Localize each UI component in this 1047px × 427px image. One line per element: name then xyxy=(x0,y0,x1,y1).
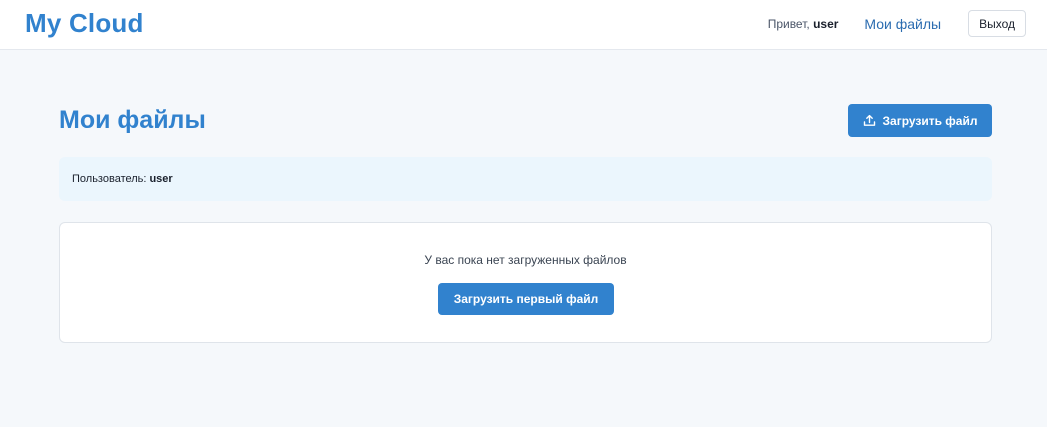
upload-first-file-button[interactable]: Загрузить первый файл xyxy=(438,283,614,315)
top-header: My Cloud Привет, user Мои файлы Выход xyxy=(0,0,1047,50)
upload-icon xyxy=(863,114,876,127)
empty-state-message: У вас пока нет загруженных файлов xyxy=(424,253,627,267)
upload-file-button[interactable]: Загрузить файл xyxy=(848,104,992,137)
nav-my-files-link[interactable]: Мои файлы xyxy=(864,16,941,32)
greeting-username: user xyxy=(813,16,839,31)
app-logo[interactable]: My Cloud xyxy=(25,8,144,39)
header-right: Привет, user Мои файлы Выход xyxy=(768,10,1026,37)
user-value: user xyxy=(149,173,173,185)
user-label: Пользователь: xyxy=(72,173,147,185)
files-list-card: У вас пока нет загруженных файлов Загруз… xyxy=(59,222,992,343)
upload-file-label: Загрузить файл xyxy=(882,113,978,128)
user-info-panel: Пользователь: user xyxy=(59,157,992,201)
page-title: Мои файлы xyxy=(59,106,206,134)
greeting: Привет, user xyxy=(768,17,839,31)
logout-button[interactable]: Выход xyxy=(968,10,1026,37)
greeting-prefix: Привет, xyxy=(767,16,810,31)
